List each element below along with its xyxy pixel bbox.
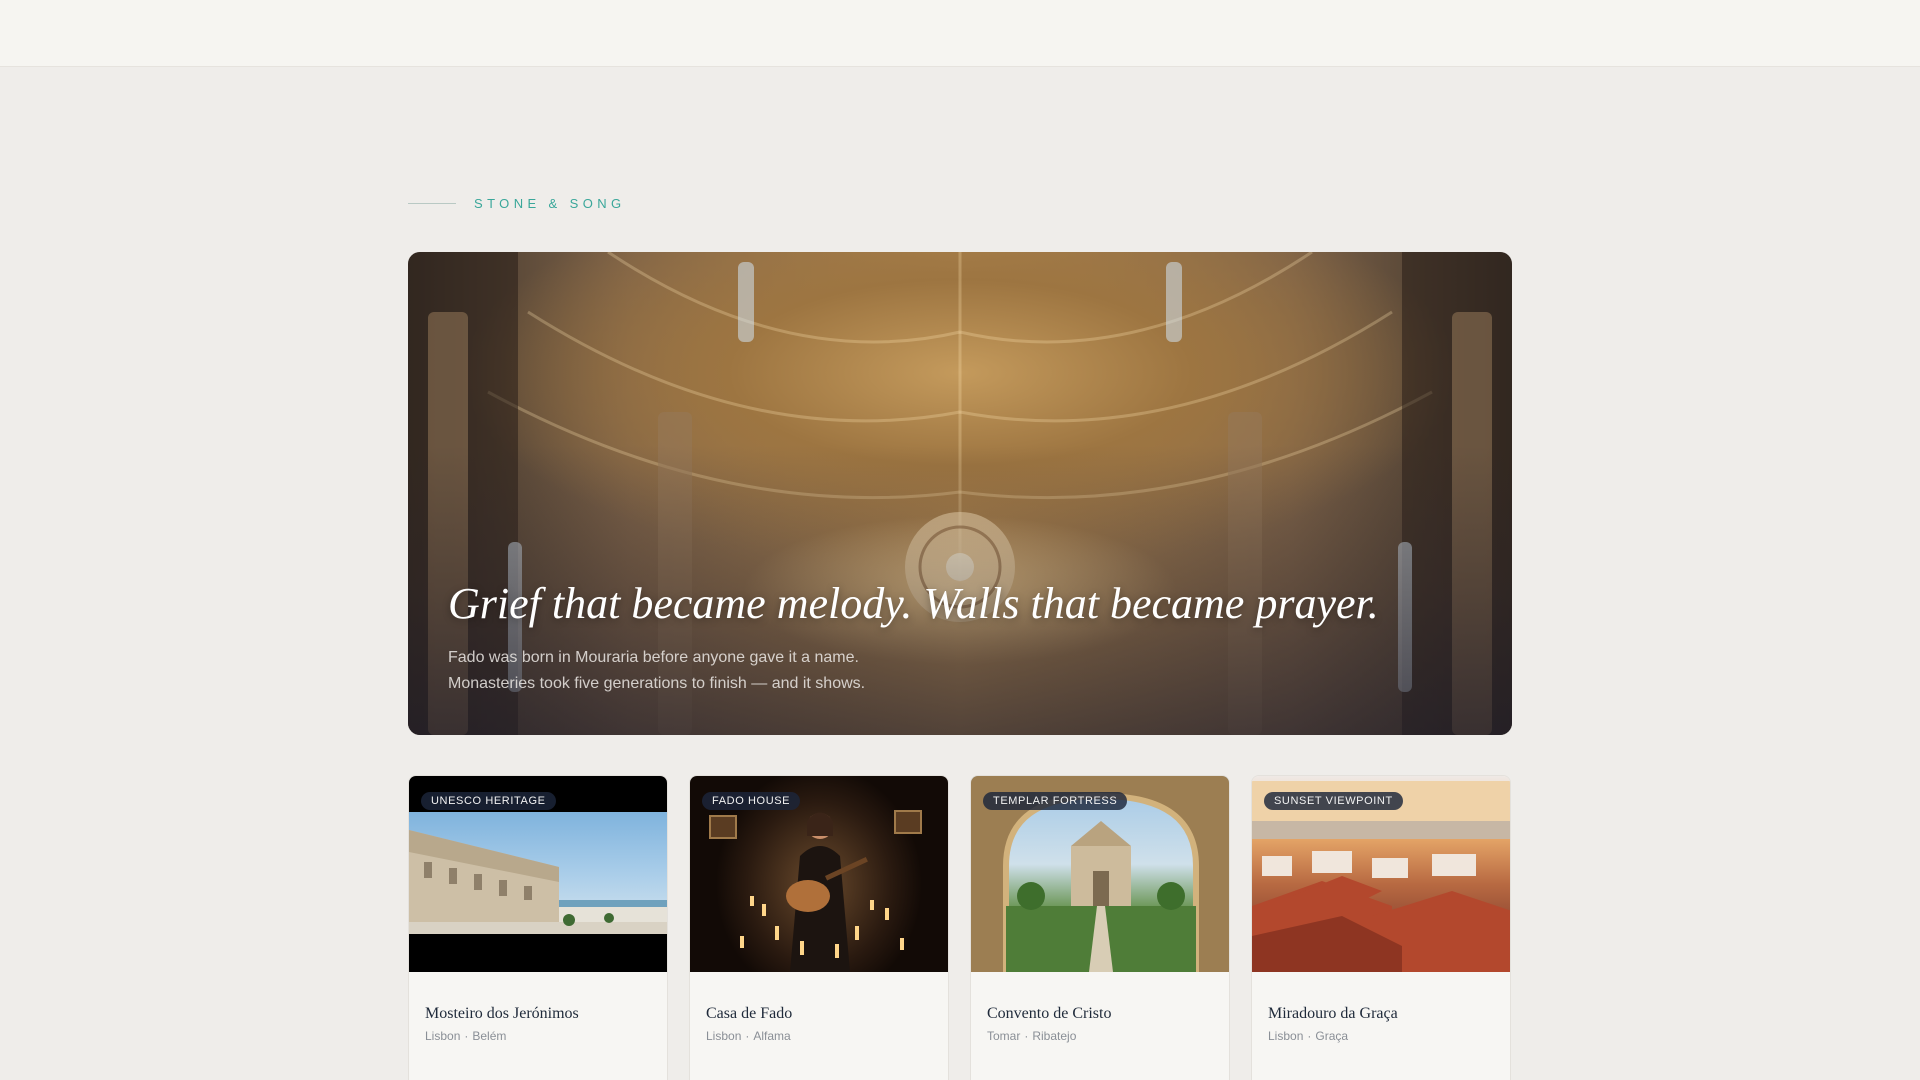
top-navigation-bar bbox=[0, 0, 1920, 67]
hero-title: Grief that became melody. Walls that bec… bbox=[448, 579, 1379, 628]
card-location: Lisbon · Graça bbox=[1268, 1029, 1348, 1043]
card-location: Tomar · Ribatejo bbox=[987, 1029, 1076, 1043]
card-badge: TEMPLAR FORTRESS bbox=[983, 792, 1128, 810]
card-miradouro-da-graca[interactable]: SUNSET VIEWPOINT Miradouro da Graça Lisb… bbox=[1251, 775, 1511, 1080]
eyebrow-divider-line bbox=[408, 203, 456, 204]
card-title: Convento de Cristo bbox=[987, 1005, 1112, 1022]
card-area: Alfama bbox=[753, 1029, 791, 1043]
card-title: Miradouro da Graça bbox=[1268, 1005, 1398, 1022]
card-casa-de-fado[interactable]: FADO HOUSE Casa de Fado Lisbon · Alfama bbox=[689, 775, 949, 1080]
hero-subtitle: Fado was born in Mouraria before anyone … bbox=[448, 645, 968, 697]
card-area: Ribatejo bbox=[1032, 1029, 1077, 1043]
card-area: Belém bbox=[472, 1029, 507, 1043]
card-location: Lisbon · Belém bbox=[425, 1029, 506, 1043]
meta-separator: · bbox=[1307, 1029, 1312, 1043]
card-image: TEMPLAR FORTRESS bbox=[971, 776, 1229, 972]
card-city: Lisbon bbox=[706, 1029, 742, 1043]
card-convento-de-cristo[interactable]: TEMPLAR FORTRESS Convento de Cristo Toma… bbox=[970, 775, 1230, 1080]
card-city: Lisbon bbox=[1268, 1029, 1304, 1043]
card-city: Tomar bbox=[987, 1029, 1021, 1043]
meta-separator: · bbox=[745, 1029, 750, 1043]
card-image: UNESCO HERITAGE bbox=[409, 776, 667, 972]
card-area: Graça bbox=[1315, 1029, 1349, 1043]
card-image: SUNSET VIEWPOINT bbox=[1252, 776, 1510, 972]
card-location: Lisbon · Alfama bbox=[706, 1029, 791, 1043]
meta-separator: · bbox=[1024, 1029, 1029, 1043]
card-mosteiro-dos-jeronimos[interactable]: UNESCO HERITAGE Mosteiro dos Jerónimos L… bbox=[408, 775, 668, 1080]
meta-separator: · bbox=[464, 1029, 469, 1043]
card-image: FADO HOUSE bbox=[690, 776, 948, 972]
hero-subtitle-line-2: Monasteries took five generations to fin… bbox=[448, 675, 866, 692]
destination-cards: UNESCO HERITAGE Mosteiro dos Jerónimos L… bbox=[408, 775, 1512, 1080]
card-badge: SUNSET VIEWPOINT bbox=[1264, 792, 1403, 810]
monastery-illustration bbox=[409, 830, 667, 934]
hero-banner[interactable]: Grief that became melody. Walls that bec… bbox=[408, 252, 1512, 735]
eyebrow-label: STONE & SONG bbox=[474, 196, 626, 211]
card-title: Casa de Fado bbox=[706, 1005, 793, 1022]
card-title: Mosteiro dos Jerónimos bbox=[425, 1005, 579, 1022]
card-city: Lisbon bbox=[425, 1029, 461, 1043]
card-badge: UNESCO HERITAGE bbox=[421, 792, 556, 810]
card-badge: FADO HOUSE bbox=[702, 792, 801, 810]
section-eyebrow: STONE & SONG bbox=[408, 196, 626, 211]
monastery-photo bbox=[409, 812, 667, 934]
hero-subtitle-line-1: Fado was born in Mouraria before anyone … bbox=[448, 649, 859, 666]
